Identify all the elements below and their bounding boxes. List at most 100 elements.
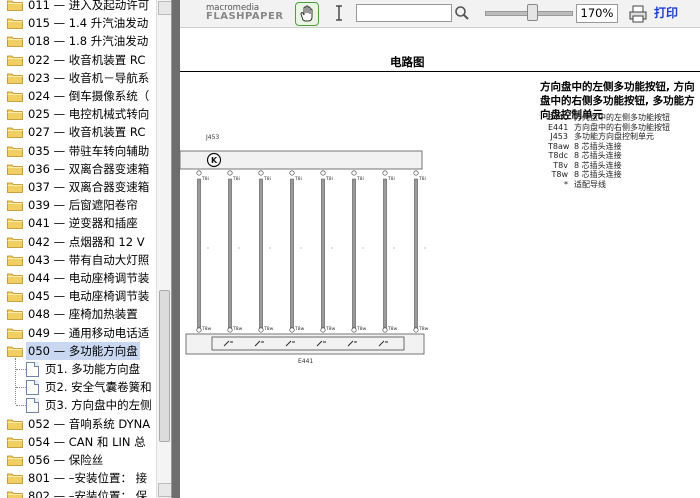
- tree-item[interactable]: 011 — 进入及起动许可: [0, 0, 156, 14]
- top-pin-connector: [227, 170, 233, 176]
- bottom-component-label: E441: [298, 358, 313, 365]
- bottom-pin-connector: [258, 327, 264, 333]
- folder-icon: [7, 437, 23, 448]
- legend-text: 8 芯插头连接: [574, 170, 622, 179]
- document-page-icon: [26, 398, 39, 414]
- wire: [259, 178, 263, 330]
- folder-icon: [7, 91, 23, 102]
- tree-item[interactable]: 027 — 收音机装置 RC: [0, 123, 156, 141]
- hand-icon: [300, 5, 313, 22]
- print-button[interactable]: [627, 3, 649, 29]
- tree-item-label: 048 — 座椅加热装置: [28, 307, 138, 322]
- bottom-pin-label: T8w: [325, 326, 336, 332]
- tree-scrollbar[interactable]: [156, 0, 172, 498]
- tree-item[interactable]: 054 — CAN 和 LIN 总: [0, 433, 156, 451]
- folder-icon: [7, 109, 23, 121]
- tree-item[interactable]: 048 — 座椅加热装置: [0, 305, 156, 323]
- wire-marker: [362, 247, 364, 249]
- bottom-pin-label: T8w: [356, 326, 367, 332]
- bottom-pin-connector: [351, 327, 357, 333]
- tree-item[interactable]: 039 — 后窗遮阳卷帘: [0, 196, 156, 214]
- bottom-pin-connector: [227, 327, 233, 333]
- tree-item-label: 043 — 带有自动大灯照: [28, 252, 150, 267]
- tree-item[interactable]: 024 — 倒车摄像系统（: [0, 87, 156, 105]
- tree-item-label: 054 — CAN 和 LIN 总: [28, 434, 146, 449]
- tree-item-label: 025 — 电控机械式转向: [28, 107, 150, 122]
- brand-bottom: FLASHPAPER: [206, 11, 284, 22]
- tree-item[interactable]: 044 — 电动座椅调节装: [0, 269, 156, 287]
- legend-row: T8v 8 芯插头连接: [548, 161, 670, 171]
- tree-item-label: 049 — 通用移动电话适: [28, 325, 150, 340]
- legend-text: 8 芯插头连接: [574, 160, 622, 170]
- tree-item-label: 041 — 逆变器和插座: [28, 216, 138, 231]
- tree-item[interactable]: 052 — 音响系统 DYNA: [0, 415, 156, 433]
- folder-icon: [7, 419, 23, 430]
- scroll-up-button[interactable]: [158, 1, 172, 15]
- top-pin-label: T8i: [201, 176, 209, 182]
- scroll-thumb[interactable]: [159, 290, 170, 442]
- tree-item-label: 037 — 双离合器变速箱: [28, 180, 150, 194]
- tree-item[interactable]: 056 — 保险丝: [0, 451, 156, 469]
- legend-code: E440: [548, 113, 569, 122]
- zoom-slider-thumb[interactable]: [527, 4, 539, 21]
- tree-item[interactable]: 037 — 双离合器变速箱: [0, 178, 156, 196]
- tree-item-label: 011 — 进入及起动许可: [28, 0, 150, 12]
- tree-item[interactable]: 049 — 通用移动电话适: [0, 324, 156, 342]
- wire: [352, 178, 356, 330]
- tree-item[interactable]: 801 — –安装位置： 接: [0, 469, 156, 487]
- document-view[interactable]: 电路图 方向盘中的左侧多功能按钮, 方向盘中的右侧多功能按钮, 多功能方向盘控制…: [180, 28, 700, 498]
- folder-icon: [7, 200, 23, 212]
- wire: [383, 178, 387, 330]
- hand-tool-button[interactable]: [295, 2, 319, 26]
- folder-icon: [7, 309, 23, 321]
- wire: [321, 178, 325, 330]
- search-input[interactable]: [356, 4, 452, 22]
- tree-item-label: 042 — 点烟器和 12 V: [28, 234, 145, 249]
- top-pin-connector: [258, 170, 264, 176]
- legend-code: T8v: [553, 160, 568, 170]
- tree-item[interactable]: 023 — 收音机－导航系: [0, 69, 156, 87]
- tree-item[interactable]: 036 — 双离合器变速箱: [0, 160, 156, 178]
- document-page-icon: [26, 380, 39, 396]
- zoom-level[interactable]: 170%: [576, 4, 618, 23]
- tree-item-label: 801 — –安装位置： 接: [28, 471, 148, 486]
- tree-item[interactable]: 025 — 电控机械式转向: [0, 105, 156, 123]
- tree-item[interactable]: 022 — 收音机装置 RC: [0, 51, 156, 69]
- tree-item[interactable]: 018 — 1.8 升汽油发动: [0, 32, 156, 50]
- legend-text: 多功能方向盘控制单元: [574, 132, 654, 141]
- bottom-pin-label: T8w: [294, 326, 305, 332]
- bottom-pin-connector: [413, 327, 419, 333]
- scroll-down-button[interactable]: [158, 483, 172, 497]
- tree-item[interactable]: 041 — 逆变器和插座: [0, 214, 156, 232]
- print-label[interactable]: 打印: [654, 4, 678, 21]
- tree-item-selected[interactable]: 050 — 多功能方向盘: [0, 341, 156, 360]
- tree-item-label: 039 — 后窗遮阳卷帘: [28, 198, 138, 213]
- wire: [414, 178, 418, 330]
- bottom-pin-connector: [196, 327, 202, 333]
- header-rule: [180, 71, 700, 72]
- folder-icon: [7, 55, 23, 66]
- folder-icon: [7, 127, 23, 139]
- tree-item[interactable]: 042 — 点烟器和 12 V: [0, 233, 156, 251]
- tree-item[interactable]: 035 — 带驻车转向辅助: [0, 142, 156, 160]
- legend-row: T8aw 8 芯插头连接: [548, 142, 670, 152]
- legend-code: E441: [548, 122, 569, 132]
- folder-icon: [7, 237, 23, 248]
- tree-page-label: 页3. 方向盘中的左侧: [45, 398, 152, 413]
- tree-item[interactable]: 045 — 电动座椅调节装: [0, 287, 156, 305]
- text-select-button[interactable]: [328, 2, 350, 24]
- search-button[interactable]: [451, 2, 473, 24]
- tree-item[interactable]: 015 — 1.4 升汽油发动: [0, 14, 156, 32]
- wire-marker: [300, 247, 302, 249]
- tree-item-label: 035 — 带驻车转向辅助: [28, 143, 150, 158]
- tree-item-label: 056 — 保险丝: [28, 453, 104, 467]
- top-pin-label: T8i: [232, 176, 240, 182]
- top-pin-connector: [351, 170, 357, 176]
- tree-item[interactable]: 802 — –安装位置： 保: [0, 487, 156, 498]
- wire-group: T8i T8w T8i T8w T8i T8w T8i T8w T8i T8w T8i T8w T8i T…: [196, 170, 429, 333]
- top-pin-label: T8i: [418, 176, 426, 182]
- tree-connector: [16, 405, 26, 407]
- tree-item[interactable]: 043 — 带有自动大灯照: [0, 251, 156, 269]
- tree-connector: [16, 387, 26, 389]
- search-icon: [455, 6, 469, 20]
